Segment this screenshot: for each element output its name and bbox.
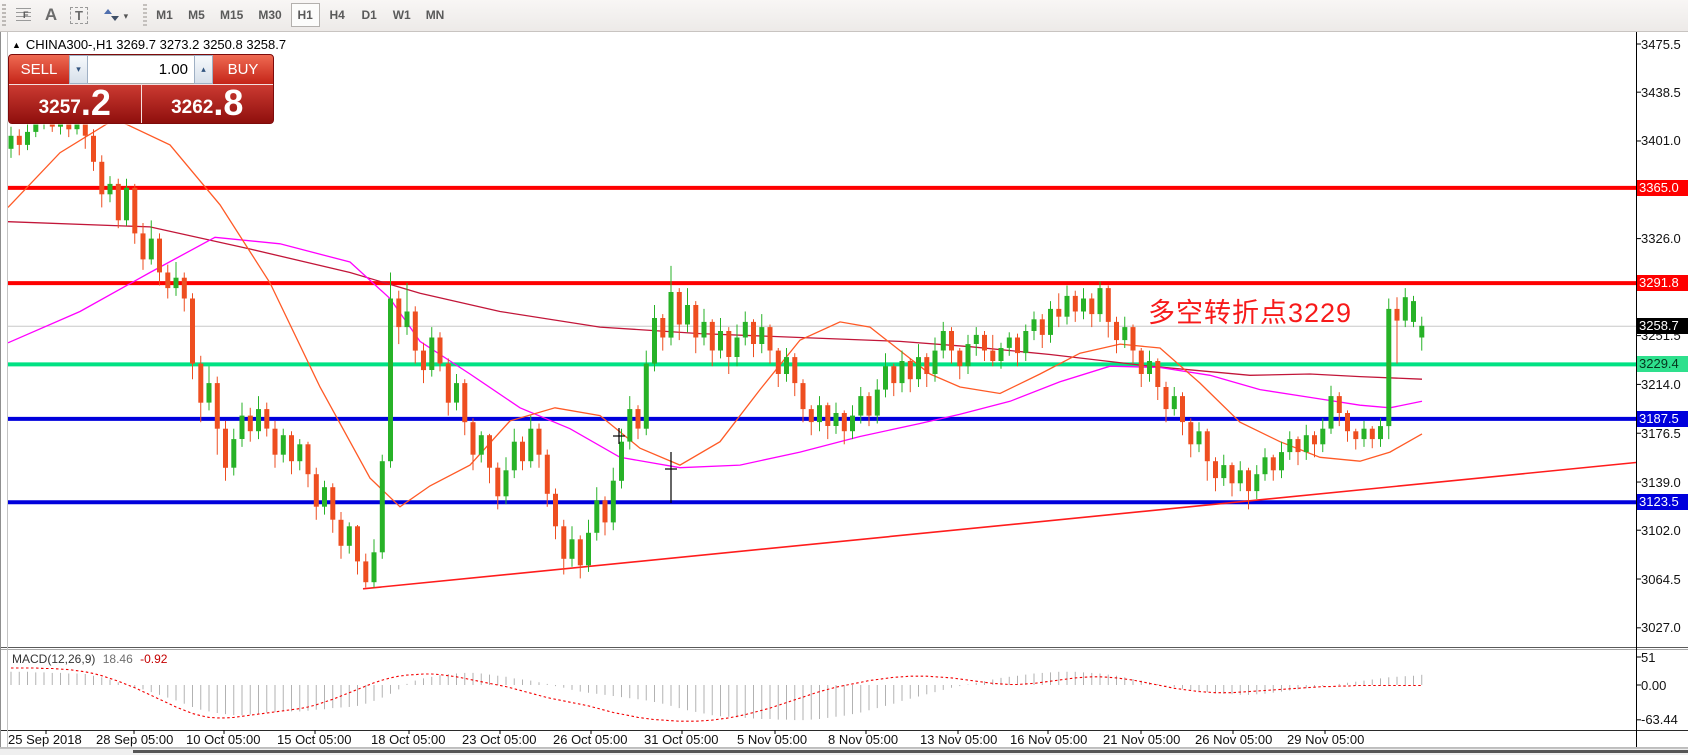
price-level-badge: 3365.0	[1637, 180, 1688, 196]
timeframe-button-MN[interactable]: MN	[420, 3, 451, 27]
candles-layer	[9, 99, 1425, 587]
sell-price[interactable]: 3257.2	[9, 85, 141, 123]
macd-layer	[11, 672, 1422, 720]
one-click-trading-panel: SELL ▾ ▴ BUY 3257.2 3262.8	[8, 54, 274, 124]
chevron-up-icon: ▴	[201, 64, 206, 74]
macd-signal-value: -0.92	[140, 652, 167, 666]
textbox-tool-button[interactable]: T	[66, 3, 92, 27]
time-tick-label: 18 Oct 05:00	[371, 732, 445, 747]
price-tick-label: 3475.5	[1641, 37, 1687, 52]
price-level-badge: 3258.7	[1637, 318, 1688, 334]
volume-input[interactable]	[88, 55, 194, 84]
time-tick-label: 21 Nov 05:00	[1103, 732, 1180, 747]
time-tick-label: 26 Nov 05:00	[1195, 732, 1272, 747]
time-tick-label: 5 Nov 05:00	[737, 732, 807, 747]
volume-decrease-button[interactable]: ▾	[69, 55, 88, 84]
timeframe-button-M15[interactable]: M15	[214, 3, 249, 27]
time-tick-label: 25 Sep 2018	[8, 732, 82, 747]
volume-increase-button[interactable]: ▴	[194, 55, 213, 84]
trading-app-window: F A T ▾ M1M5M15M30H1H4D1W1MN ▲ CHINA300-,…	[0, 0, 1688, 755]
macd-name: MACD(12,26,9)	[12, 652, 95, 666]
macd-indicator-label: MACD(12,26,9) 18.46 -0.92	[12, 652, 167, 666]
arrange-objects-button[interactable]: ▾	[98, 3, 134, 27]
arrange-arrows-icon	[104, 7, 120, 23]
time-tick-label: 28 Sep 05:00	[96, 732, 173, 747]
macd-tick-label: 0.00	[1641, 678, 1687, 693]
timeframe-button-H4[interactable]: H4	[323, 3, 352, 27]
toolbar-separator	[143, 4, 147, 26]
sell-button[interactable]: SELL	[9, 55, 69, 84]
chevron-down-icon: ▾	[124, 11, 129, 21]
time-tick-label: 23 Oct 05:00	[462, 732, 536, 747]
price-tick-label: 3438.5	[1641, 85, 1687, 100]
scrollbar-thumb[interactable]	[133, 750, 1688, 753]
price-level-badge: 3291.8	[1637, 275, 1688, 291]
collapse-triangle-icon[interactable]: ▲	[12, 40, 21, 50]
timeframe-button-W1[interactable]: W1	[387, 3, 417, 27]
price-tick-label: 3214.0	[1641, 377, 1687, 392]
toolbar-grip[interactable]	[2, 4, 6, 26]
price-tick-label: 3064.5	[1641, 572, 1687, 587]
timeframe-button-M5[interactable]: M5	[182, 3, 211, 27]
timeframe-button-M1[interactable]: M1	[150, 3, 179, 27]
price-level-badge: 3123.5	[1637, 494, 1688, 510]
price-tick-label: 3176.5	[1641, 426, 1687, 441]
symbol-ohlc-text: CHINA300-,H1 3269.7 3273.2 3250.8 3258.7	[26, 37, 286, 52]
time-tick-label: 13 Nov 05:00	[920, 732, 997, 747]
price-level-badge: 3229.4	[1637, 356, 1688, 372]
horizontal-scrollbar[interactable]	[0, 748, 1688, 755]
timeframe-button-M30[interactable]: M30	[252, 3, 287, 27]
price-tick-label: 3326.0	[1641, 231, 1687, 246]
time-tick-label: 8 Nov 05:00	[828, 732, 898, 747]
buy-price[interactable]: 3262.8	[142, 85, 274, 123]
time-tick-label: 16 Nov 05:00	[1010, 732, 1087, 747]
timeframe-button-H1[interactable]: H1	[291, 3, 320, 27]
timeframe-toolbar: M1M5M15M30H1H4D1W1MN	[150, 3, 450, 27]
time-tick-label: 29 Nov 05:00	[1287, 732, 1364, 747]
price-tick-label: 3102.0	[1641, 523, 1687, 538]
text-tool-icon: A	[45, 5, 57, 24]
indicator-list-icon: F	[16, 8, 31, 21]
chart-annotation-text: 多空转折点3229	[1148, 291, 1352, 330]
ma-mid-magenta	[8, 237, 1422, 467]
toolbar: F A T ▾ M1M5M15M30H1H4D1W1MN	[0, 0, 1688, 32]
macd-main-value: 18.46	[103, 652, 133, 666]
macd-tick-label: -63.44	[1641, 712, 1687, 727]
chevron-down-icon: ▾	[76, 64, 81, 74]
time-tick-label: 26 Oct 05:00	[553, 732, 627, 747]
time-tick-label: 10 Oct 05:00	[186, 732, 260, 747]
macd-signal-line	[11, 668, 1422, 721]
price-tick-label: 3139.0	[1641, 475, 1687, 490]
price-tick-label: 3401.0	[1641, 133, 1687, 148]
timeframe-button-D1[interactable]: D1	[355, 3, 384, 27]
chart-symbol-title: ▲ CHINA300-,H1 3269.7 3273.2 3250.8 3258.…	[12, 37, 286, 52]
time-tick-label: 31 Oct 05:00	[644, 732, 718, 747]
price-tick-label: 3027.0	[1641, 620, 1687, 635]
time-tick-label: 15 Oct 05:00	[277, 732, 351, 747]
price-level-badge: 3187.5	[1637, 411, 1688, 427]
indicators-button[interactable]: F	[10, 3, 36, 27]
text-tool-button[interactable]: A	[38, 3, 64, 27]
buy-button[interactable]: BUY	[213, 55, 273, 84]
textbox-icon: T	[70, 7, 88, 24]
macd-tick-label: 51	[1641, 650, 1687, 665]
